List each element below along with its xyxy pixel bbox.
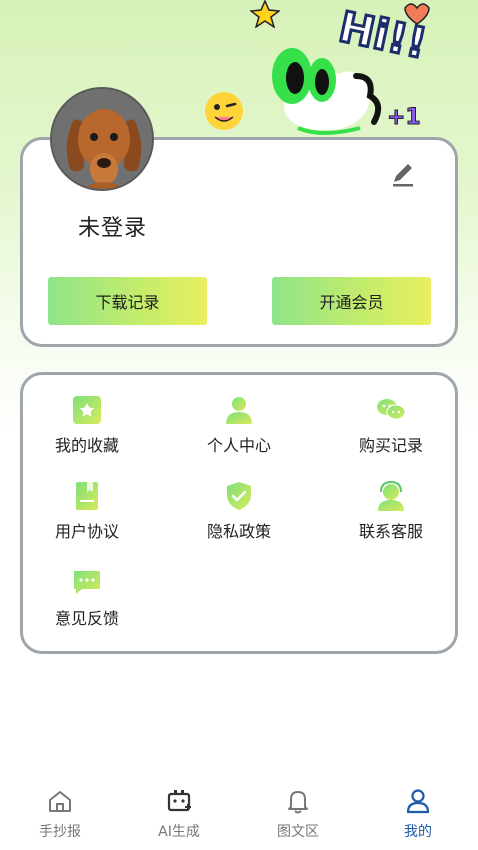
shield-icon xyxy=(227,482,251,510)
menu-item-privacy-policy[interactable]: 隐私政策 xyxy=(169,480,309,550)
menu-item-purchase-records[interactable]: 购买记录 xyxy=(321,394,461,464)
home-icon xyxy=(49,791,71,812)
tab-ai-generate[interactable]: AI生成 xyxy=(119,787,239,845)
winking-emoji-icon xyxy=(205,92,243,130)
tab-mine[interactable]: 我的 xyxy=(358,787,478,845)
menu-item-label: 我的收藏 xyxy=(54,436,119,455)
download-records-button[interactable]: 下载记录 xyxy=(48,277,207,325)
menu-item-label: 用户协议 xyxy=(54,522,119,541)
favorites-icon xyxy=(73,396,101,424)
dog-avatar-image xyxy=(52,89,152,189)
bell-icon xyxy=(288,791,308,814)
menu-item-label: 联系客服 xyxy=(358,522,423,541)
menu-item-customer-service[interactable]: 联系客服 xyxy=(321,480,461,550)
menu-item-label: 个人中心 xyxy=(206,436,271,455)
svg-text:+1: +1 xyxy=(387,105,421,130)
star-icon xyxy=(250,0,280,28)
menu-item-label: 购买记录 xyxy=(358,436,423,455)
menu-item-label: 隐私政策 xyxy=(206,522,271,541)
login-status[interactable]: 未登录 xyxy=(78,210,147,242)
tab-label: AI生成 xyxy=(158,824,200,840)
tab-graphic-area[interactable]: 图文区 xyxy=(238,787,358,845)
plus-one-sticker: +1 xyxy=(387,105,422,131)
chat-icon xyxy=(377,399,406,420)
open-vip-button[interactable]: 开通会员 xyxy=(272,277,431,325)
tab-handwritten-newspaper[interactable]: 手抄报 xyxy=(0,787,120,845)
menu-item-user-agreement[interactable]: 用户协议 xyxy=(17,480,157,550)
menu-item-feedback[interactable]: 意见反馈 xyxy=(17,567,157,637)
document-icon xyxy=(76,482,98,510)
menu-item-label: 意见反馈 xyxy=(54,609,119,628)
profile-icon xyxy=(406,789,430,814)
menu-item-favorites[interactable]: 我的收藏 xyxy=(17,394,157,464)
feedback-icon xyxy=(74,571,100,594)
monster-sticker xyxy=(272,48,382,135)
avatar[interactable] xyxy=(50,87,154,191)
menu-item-user-center[interactable]: 个人中心 xyxy=(169,394,309,464)
customer-service-icon xyxy=(378,480,404,511)
tab-label: 我的 xyxy=(404,824,432,840)
tab-label: 图文区 xyxy=(277,824,319,840)
ai-icon xyxy=(167,790,191,812)
edit-icon[interactable] xyxy=(388,160,418,190)
user-icon xyxy=(226,397,252,424)
tab-label: 手抄报 xyxy=(39,824,81,840)
